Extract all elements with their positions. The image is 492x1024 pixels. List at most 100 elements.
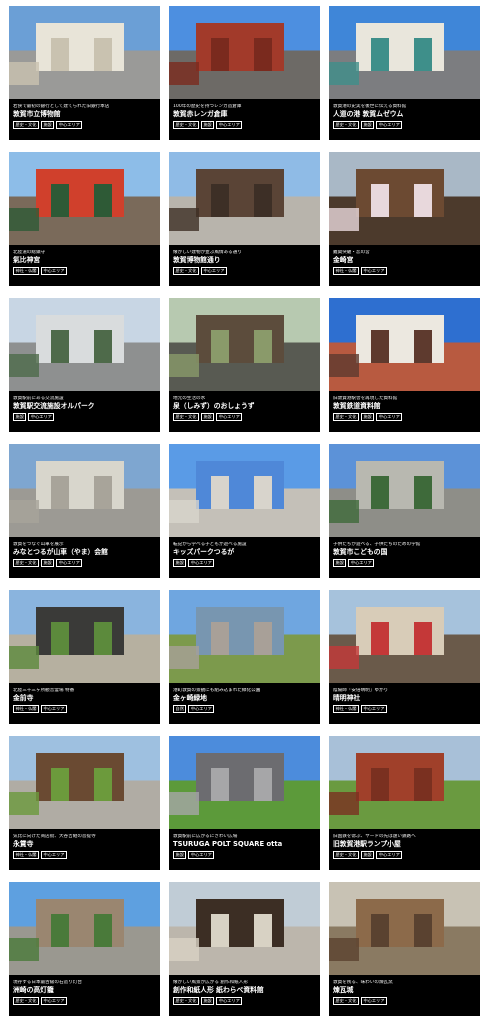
spot-card[interactable]: 現存する日本最古級の石造り灯台 洲崎の高灯籠 歴史・文化 中心エリア (9, 882, 160, 1016)
spot-card[interactable]: 港町敦賀の景観にも組み込まれた緑化公園 金ヶ崎緑地 自然 中心エリア (169, 590, 320, 724)
spot-card[interactable]: 気比に向けた商店街、大谷吉継の菩提寺 永賞寺 神社・仏閣 中心エリア (9, 736, 160, 870)
tag-badge[interactable]: 施設 (173, 851, 187, 859)
tag-badge[interactable]: 中心エリア (216, 413, 243, 421)
tag-badge[interactable]: 中心エリア (56, 559, 83, 567)
spot-title[interactable]: 金ヶ崎緑地 (173, 694, 316, 703)
spot-title[interactable]: 煉瓦城 (333, 986, 476, 995)
tag-badge[interactable]: 中心エリア (360, 997, 387, 1005)
spot-title[interactable]: 泉（しみず）のおしょうず (173, 402, 316, 411)
tag-badge[interactable]: 歴史・文化 (333, 851, 359, 859)
spot-info: 子供たちが遊べる、子供たちのための学館 敦賀市こどもの国 施設 中心エリア (329, 537, 480, 578)
spot-card[interactable]: 若狭で最初の銀行として建てられた旧銀行本店 敦賀市立博物館 歴史・文化 施設 中心エ… (9, 6, 160, 140)
tag-badge[interactable]: 中心エリア (188, 705, 215, 713)
tag-badge[interactable]: 中心エリア (40, 997, 67, 1005)
spot-card[interactable]: 敦賀をつなぐ山車を展示 みなとつるが山車（やま）会館 歴史・文化 施設 中心エリア (9, 444, 160, 578)
tag-badge[interactable]: 歴史・文化 (173, 267, 199, 275)
tag-badge[interactable]: 施設 (360, 121, 375, 129)
tag-badge[interactable]: 神社・仏閣 (333, 705, 359, 713)
spot-title[interactable]: 敦賀市こどもの国 (333, 548, 476, 557)
spot-title[interactable]: 旧敦賀港駅ランプ小屋 (333, 840, 476, 849)
spot-card[interactable]: 地元の生活の水 泉（しみず）のおしょうず 歴史・文化 施設 中心エリア (169, 298, 320, 432)
tag-badge[interactable]: 歴史・文化 (173, 121, 199, 129)
spot-title[interactable]: 氣比神宮 (13, 256, 156, 265)
tag-badge[interactable]: 歴史・文化 (13, 121, 39, 129)
tag-badge[interactable]: 歴史・文化 (173, 413, 199, 421)
tag-badge[interactable]: 中心エリア (376, 121, 403, 129)
tag-badge[interactable]: 施設 (333, 559, 347, 567)
spot-title[interactable]: 人道の港 敦賀ムゼウム (333, 110, 476, 119)
spot-card[interactable]: 懐かしい風景が広がる 創作和紙人形 創作和紙人形 紙わらべ資料館 歴史・文化 施設… (169, 882, 320, 1016)
spot-card[interactable]: 難関突破・恋の宮 金崎宮 神社・仏閣 中心エリア (329, 152, 480, 286)
spot-title[interactable]: 永賞寺 (13, 840, 156, 849)
tag-badge[interactable]: 中心エリア (348, 559, 375, 567)
spot-title[interactable]: 敦賀鉄道資料館 (333, 402, 476, 411)
tag-badge[interactable]: 施設 (200, 121, 215, 129)
spot-title[interactable]: 敦賀博物館通り (173, 256, 316, 265)
tag-badge[interactable]: 中心エリア (216, 997, 243, 1005)
tag-badge[interactable]: 歴史・文化 (13, 559, 39, 567)
spot-info: 敦賀駅前に広がるにぎわい広場 TSURUGA POLT SQUARE otta … (169, 829, 320, 870)
tag-badge[interactable]: 神社・仏閣 (13, 267, 39, 275)
tag-badge[interactable]: 神社・仏閣 (333, 267, 359, 275)
spot-card[interactable]: 旧国鉄を偲ぶ、ヤードの先は遠い鉄路へ 旧敦賀港駅ランプ小屋 歴史・文化 施設 中心エ… (329, 736, 480, 870)
spot-card[interactable]: 敦賀港の史実を後世に伝える資料館 人道の港 敦賀ムゼウム 歴史・文化 施設 中心エリ… (329, 6, 480, 140)
spot-card[interactable]: 敦賀駅前に広がるにぎわい広場 TSURUGA POLT SQUARE otta … (169, 736, 320, 870)
spot-tags: 歴史・文化 施設 中心エリア (173, 997, 316, 1005)
tag-badge[interactable]: 神社・仏閣 (13, 705, 39, 713)
spot-title[interactable]: 敦賀市立博物館 (13, 110, 156, 119)
spot-title[interactable]: みなとつるが山車（やま）会館 (13, 548, 156, 557)
tag-badge[interactable]: 施設 (200, 413, 215, 421)
spot-card[interactable]: 懐かしい建物が並ぶ風情ある通り 敦賀博物館通り 歴史・文化 中心エリア (169, 152, 320, 286)
spot-title[interactable]: 金崎宮 (333, 256, 476, 265)
tag-badge[interactable]: 自然 (173, 705, 187, 713)
spot-card[interactable]: 旧敦賀港駅舎を再現した資料館 敦賀鉄道資料館 歴史・文化 施設 中心エリア (329, 298, 480, 432)
tag-badge[interactable]: 中心エリア (28, 413, 55, 421)
spot-card[interactable]: 100年の歴史を持つレンガ造倉庫 敦賀赤レンガ倉庫 歴史・文化 施設 中心エリア (169, 6, 320, 140)
tag-badge[interactable]: 中心エリア (376, 851, 403, 859)
tag-badge[interactable]: 中心エリア (188, 851, 215, 859)
tag-badge[interactable]: 中心エリア (216, 121, 243, 129)
spot-card[interactable]: 北陸三十三ヶ所観音霊場 特番 金前寺 神社・仏閣 中心エリア (9, 590, 160, 724)
tag-badge[interactable]: 神社・仏閣 (13, 851, 39, 859)
tag-badge[interactable]: 施設 (360, 851, 375, 859)
tag-badge[interactable]: 施設 (200, 997, 215, 1005)
spot-tags: 歴史・文化 施設 中心エリア (13, 121, 156, 129)
spot-title[interactable]: 金前寺 (13, 694, 156, 703)
tag-badge[interactable]: 歴史・文化 (333, 997, 359, 1005)
tag-badge[interactable]: 施設 (360, 413, 375, 421)
spot-card[interactable]: 子供たちが遊べる、子供たちのための学館 敦賀市こどもの国 施設 中心エリア (329, 444, 480, 578)
spot-info: 北陸三十三ヶ所観音霊場 特番 金前寺 神社・仏閣 中心エリア (9, 683, 160, 724)
tag-badge[interactable]: 施設 (40, 121, 55, 129)
spot-title[interactable]: 敦賀赤レンガ倉庫 (173, 110, 316, 119)
spot-card[interactable]: 陰陽師「安倍晴明」ゆかり 晴明神社 神社・仏閣 中心エリア (329, 590, 480, 724)
tag-badge[interactable]: 中心エリア (40, 267, 67, 275)
spot-title[interactable]: 創作和紙人形 紙わらべ資料館 (173, 986, 316, 995)
tag-badge[interactable]: 歴史・文化 (333, 121, 359, 129)
spot-title[interactable]: キッズパークつるが (173, 548, 316, 557)
tag-badge[interactable]: 中心エリア (376, 413, 403, 421)
spot-title[interactable]: TSURUGA POLT SQUARE otta (173, 840, 316, 849)
tag-badge[interactable]: 中心エリア (40, 851, 67, 859)
spot-info: 若狭で最初の銀行として建てられた旧銀行本店 敦賀市立博物館 歴史・文化 施設 中心エ… (9, 99, 160, 140)
tag-badge[interactable]: 歴史・文化 (13, 997, 39, 1005)
spot-card[interactable]: 敦賀を残る、味わいの煉瓦窯 煉瓦城 歴史・文化 中心エリア (329, 882, 480, 1016)
spot-card[interactable]: 北陸道の総鎮守 氣比神宮 神社・仏閣 中心エリア (9, 152, 160, 286)
tag-badge[interactable]: 歴史・文化 (173, 997, 199, 1005)
spot-info: 気比に向けた商店街、大谷吉継の菩提寺 永賞寺 神社・仏閣 中心エリア (9, 829, 160, 870)
spot-title[interactable]: 洲崎の高灯籠 (13, 986, 156, 995)
tag-badge[interactable]: 施設 (40, 559, 55, 567)
spot-card[interactable]: 転記から学べる子どもが遊べる施設 キッズパークつるが 施設 中心エリア (169, 444, 320, 578)
spot-title[interactable]: 敦賀駅交流施設オルパーク (13, 402, 156, 411)
spot-title[interactable]: 晴明神社 (333, 694, 476, 703)
tag-badge[interactable]: 中心エリア (56, 121, 83, 129)
tag-badge[interactable]: 施設 (13, 413, 27, 421)
tag-badge[interactable]: 中心エリア (360, 705, 387, 713)
tag-badge[interactable]: 中心エリア (200, 267, 227, 275)
spot-card[interactable]: 敦賀駅前にある交流施設 敦賀駅交流施設オルパーク 施設 中心エリア (9, 298, 160, 432)
tag-badge[interactable]: 中心エリア (40, 705, 67, 713)
spot-photo (329, 444, 480, 537)
tag-badge[interactable]: 中心エリア (188, 559, 215, 567)
tag-badge[interactable]: 中心エリア (360, 267, 387, 275)
tag-badge[interactable]: 歴史・文化 (333, 413, 359, 421)
tag-badge[interactable]: 施設 (173, 559, 187, 567)
